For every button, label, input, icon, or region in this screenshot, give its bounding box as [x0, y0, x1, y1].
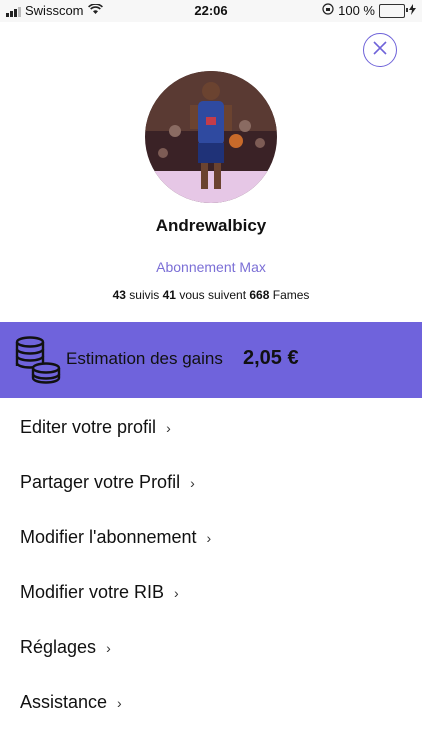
- menu-item-label: Editer votre profil: [20, 417, 157, 437]
- menu-item-share-profile[interactable]: Partager votre Profil ›: [0, 455, 422, 510]
- chevron-right-icon: ›: [166, 419, 171, 436]
- menu-item-label: Modifier l'abonnement: [20, 527, 197, 547]
- fames-label: Fames: [272, 288, 310, 302]
- profile-menu: Editer votre profil › Partager votre Pro…: [0, 400, 422, 730]
- status-right: 100 %: [322, 3, 416, 18]
- username: Andrewalbicy: [155, 216, 267, 235]
- followers-label: vous suivent: [179, 288, 247, 302]
- menu-item-change-rib[interactable]: Modifier votre RIB ›: [0, 565, 422, 620]
- menu-item-support[interactable]: Assistance ›: [0, 675, 422, 730]
- earnings-label: Estimation des gains: [66, 349, 223, 368]
- battery-percent: 100 %: [338, 3, 375, 18]
- rotation-lock-icon: [322, 3, 334, 18]
- menu-item-label: Partager votre Profil: [20, 472, 181, 492]
- followers-count: 41: [162, 288, 176, 302]
- avatar: [145, 71, 277, 203]
- menu-item-settings[interactable]: Réglages ›: [0, 620, 422, 675]
- chevron-right-icon: ›: [117, 694, 122, 711]
- fames-count: 668: [249, 288, 270, 302]
- earnings-value: 2,05 €: [243, 347, 299, 369]
- earnings-banner: Estimation des gains 2,05 €: [0, 322, 422, 398]
- profile-stats: 43 suivis 41 vous suivent 668 Fames: [0, 288, 422, 302]
- close-button[interactable]: [363, 33, 397, 67]
- following-count: 43: [112, 288, 126, 302]
- close-icon: [373, 40, 387, 60]
- menu-item-change-subscription[interactable]: Modifier l'abonnement ›: [0, 510, 422, 565]
- battery-icon: [379, 3, 408, 18]
- subscription-label[interactable]: Abonnement Max: [0, 259, 422, 275]
- coins-icon: [14, 336, 62, 384]
- chevron-right-icon: ›: [190, 474, 195, 491]
- chevron-right-icon: ›: [106, 639, 111, 656]
- status-bar: Swisscom 22:06 100 %: [0, 0, 422, 22]
- chevron-right-icon: ›: [174, 584, 179, 601]
- chevron-right-icon: ›: [206, 529, 212, 546]
- menu-item-label: Assistance: [20, 692, 108, 712]
- menu-item-edit-profile[interactable]: Editer votre profil ›: [0, 400, 422, 455]
- menu-item-label: Réglages: [20, 637, 97, 657]
- following-label: suivis: [129, 288, 160, 302]
- charging-icon: [409, 3, 416, 18]
- menu-item-label: Modifier votre RIB: [20, 582, 165, 602]
